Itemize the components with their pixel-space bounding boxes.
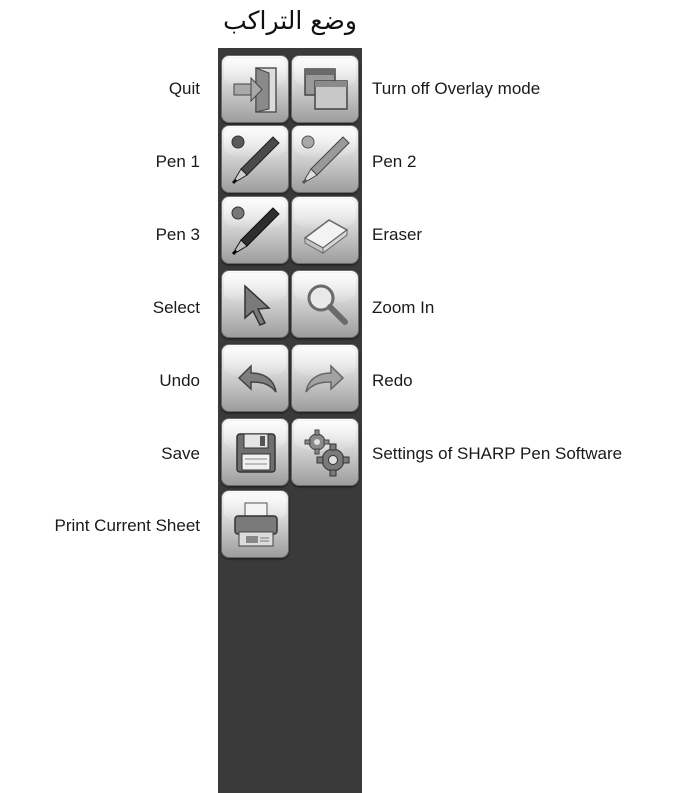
exit-door-icon (229, 63, 283, 117)
overlay-off-label: Turn off Overlay mode (372, 79, 541, 98)
quit-label: Quit (168, 79, 200, 98)
save-label: Save (161, 444, 200, 463)
pen-icon (299, 133, 353, 187)
undo-label: Undo (159, 371, 200, 390)
pen2-button[interactable] (291, 125, 359, 193)
redo-arrow-icon (299, 352, 353, 406)
pen3-button[interactable] (221, 196, 289, 264)
select-button[interactable] (221, 270, 289, 338)
pen2-label: Pen 2 (372, 152, 417, 171)
quit-button[interactable] (221, 55, 289, 123)
pen3-label: Pen 3 (155, 225, 200, 244)
zoom-in-label: Zoom In (372, 298, 435, 317)
gears-icon (299, 426, 353, 480)
pen1-label: Pen 1 (155, 152, 200, 171)
overlay-off-button[interactable] (291, 55, 359, 123)
pen-icon (229, 133, 283, 187)
print-button[interactable] (221, 490, 289, 558)
printer-icon (229, 498, 283, 552)
eraser-icon (299, 204, 353, 258)
select-label: Select (152, 298, 200, 317)
magnifier-icon (299, 278, 353, 332)
redo-label: Redo (372, 371, 413, 390)
page-title: وضع التراكب (223, 6, 357, 35)
eraser-button[interactable] (291, 196, 359, 264)
print-label: Print Current Sheet (54, 516, 200, 535)
zoom-in-button[interactable] (291, 270, 359, 338)
overlay-windows-icon (299, 63, 353, 117)
pen-icon (229, 204, 283, 258)
floppy-disk-icon (229, 426, 283, 480)
arrow-pointer-icon (229, 278, 283, 332)
undo-arrow-icon (229, 352, 283, 406)
pen1-button[interactable] (221, 125, 289, 193)
undo-button[interactable] (221, 344, 289, 412)
settings-label: Settings of SHARP Pen Software (372, 444, 623, 463)
redo-button[interactable] (291, 344, 359, 412)
save-button[interactable] (221, 418, 289, 486)
eraser-label: Eraser (372, 225, 423, 244)
settings-button[interactable] (291, 418, 359, 486)
